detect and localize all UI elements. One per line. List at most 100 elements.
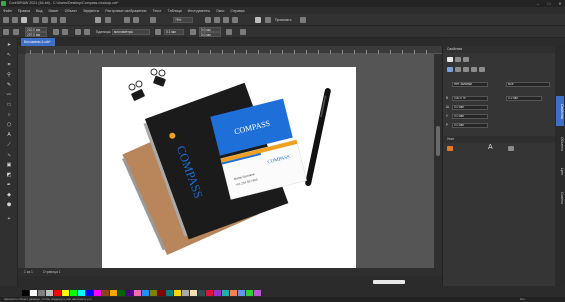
- horizontal-ruler[interactable]: [26, 46, 442, 54]
- palette-swatch[interactable]: [30, 290, 37, 296]
- undo-icon[interactable]: [95, 17, 101, 23]
- freehand-tool-icon[interactable]: ✎: [5, 82, 13, 88]
- polygon-tool-icon[interactable]: ⬡: [5, 122, 13, 128]
- palette-swatch[interactable]: [86, 290, 93, 296]
- interactive-fill-icon[interactable]: ◆: [5, 192, 13, 198]
- smart-fill-icon[interactable]: ⬢: [5, 202, 13, 208]
- paragraph-icon[interactable]: [508, 146, 514, 151]
- fill-icon[interactable]: [447, 57, 453, 62]
- tab-objects[interactable]: Объекты: [556, 130, 564, 158]
- tab-hints[interactable]: Советы: [556, 186, 564, 210]
- menu-table[interactable]: Таблица: [168, 9, 182, 13]
- print-icon[interactable]: [33, 17, 39, 23]
- palette-swatch[interactable]: [246, 290, 253, 296]
- transparency-icon[interactable]: [463, 57, 469, 62]
- ruler-origin[interactable]: [18, 46, 26, 54]
- horizontal-scrollbar[interactable]: [18, 276, 442, 289]
- palette-swatch[interactable]: [110, 290, 117, 296]
- maximize-button[interactable]: □: [544, 0, 554, 7]
- rectangle-tool-icon[interactable]: □: [5, 102, 13, 108]
- copy-icon[interactable]: [51, 17, 57, 23]
- page-tab[interactable]: Страница 1: [43, 270, 61, 274]
- palette-swatch[interactable]: [150, 290, 157, 296]
- portrait-orientation-icon[interactable]: [53, 29, 59, 35]
- menu-window[interactable]: Окно: [216, 9, 224, 13]
- outline-width-field[interactable]: 0.2 мм: [506, 96, 542, 101]
- palette-swatch[interactable]: [206, 290, 213, 296]
- menu-text[interactable]: Текст: [152, 9, 161, 13]
- prop-field[interactable]: 0.0 мм: [452, 114, 488, 119]
- menu-edit[interactable]: Правка: [18, 9, 30, 13]
- palette-swatch[interactable]: [102, 290, 109, 296]
- palette-swatch[interactable]: [70, 290, 77, 296]
- fill-field[interactable]: Нет заливки: [452, 82, 488, 87]
- palette-swatch[interactable]: [158, 290, 165, 296]
- palette-swatch[interactable]: [94, 290, 101, 296]
- palette-swatch[interactable]: [190, 290, 197, 296]
- duplicate-y-field[interactable]: 5.0 мм: [199, 32, 221, 37]
- menu-view[interactable]: Вид: [36, 9, 43, 13]
- palette-swatch[interactable]: [230, 290, 237, 296]
- palette-swatch[interactable]: [62, 290, 69, 296]
- corner-color-icon[interactable]: [447, 146, 453, 151]
- pattern-fill-icon[interactable]: [471, 67, 477, 72]
- edit-bleed-icon[interactable]: [226, 29, 232, 35]
- launch-icon[interactable]: [265, 17, 271, 23]
- drop-shadow-icon[interactable]: ▣: [5, 162, 13, 168]
- document-tab[interactable]: Без имени-1.cdr*: [21, 38, 55, 46]
- palette-swatch[interactable]: [38, 290, 45, 296]
- page-size-icon[interactable]: [3, 29, 9, 35]
- cut-icon[interactable]: [42, 17, 48, 23]
- horizontal-scroll-thumb[interactable]: [373, 280, 405, 284]
- outline-icon[interactable]: [455, 57, 461, 62]
- artistic-media-icon[interactable]: 〰: [5, 92, 13, 98]
- palette-swatch[interactable]: [126, 290, 133, 296]
- menu-file[interactable]: Файл: [3, 9, 12, 13]
- palette-swatch[interactable]: [174, 290, 181, 296]
- menu-effects[interactable]: Эффекты: [83, 9, 99, 13]
- add-tool-icon[interactable]: +: [5, 216, 13, 222]
- menu-tools[interactable]: Инструменты: [188, 9, 210, 13]
- zoom-level-select[interactable]: 75%: [173, 17, 193, 23]
- menu-object[interactable]: Объект: [65, 9, 77, 13]
- palette-swatch[interactable]: [134, 290, 141, 296]
- fountain-fill-icon[interactable]: [463, 67, 469, 72]
- palette-swatch[interactable]: [238, 290, 245, 296]
- add-page-icon[interactable]: [240, 29, 246, 35]
- import-icon[interactable]: [124, 17, 130, 23]
- save-icon[interactable]: [21, 17, 27, 23]
- palette-swatch[interactable]: [166, 290, 173, 296]
- landscape-orientation-icon[interactable]: [62, 29, 68, 35]
- palette-swatch[interactable]: [214, 290, 221, 296]
- vertical-scroll-thumb[interactable]: [436, 126, 440, 156]
- text-tool-icon[interactable]: A: [5, 132, 13, 138]
- crop-tool-icon[interactable]: ⌗: [5, 62, 13, 68]
- snap-to-label[interactable]: Привязать: [275, 18, 292, 22]
- texture-fill-icon[interactable]: [479, 67, 485, 72]
- show-guides-icon[interactable]: [232, 17, 238, 23]
- uniform-fill-icon[interactable]: [455, 67, 461, 72]
- prop-field[interactable]: 100.0 %: [452, 96, 488, 101]
- outline-style-field[interactable]: Всё: [506, 82, 550, 87]
- pick-tool-icon[interactable]: ➤: [5, 42, 13, 48]
- shape-tool-icon[interactable]: ↖: [5, 52, 13, 58]
- no-fill-icon[interactable]: [447, 67, 453, 72]
- palette-swatch[interactable]: [54, 290, 61, 296]
- publish-pdf-icon[interactable]: [150, 17, 156, 23]
- show-grid-icon[interactable]: [223, 17, 229, 23]
- redo-icon[interactable]: [105, 17, 111, 23]
- settings-icon[interactable]: [255, 17, 261, 23]
- align-icon[interactable]: [300, 17, 306, 23]
- connector-tool-icon[interactable]: ⤷: [5, 152, 13, 158]
- prop-field[interactable]: 0.0 мм: [452, 105, 488, 110]
- palette-swatch[interactable]: [78, 290, 85, 296]
- mockup-artwork[interactable]: COMPASS COMPASS COMPASS COMPASS Name Sur…: [102, 67, 356, 272]
- export-icon[interactable]: [133, 17, 139, 23]
- all-pages-icon[interactable]: [75, 29, 81, 35]
- full-screen-icon[interactable]: [205, 17, 211, 23]
- ellipse-tool-icon[interactable]: ○: [5, 112, 13, 118]
- new-document-icon[interactable]: [3, 17, 9, 23]
- menu-bitmaps[interactable]: Растровые изображения: [105, 9, 146, 13]
- palette-swatch[interactable]: [182, 290, 189, 296]
- palette-swatch[interactable]: [254, 290, 261, 296]
